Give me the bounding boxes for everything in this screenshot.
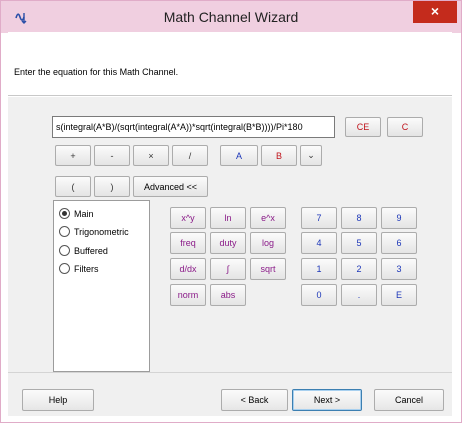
- window-title: Math Channel Wizard: [163, 9, 299, 25]
- radio-unchecked-icon: [59, 245, 70, 256]
- back-button[interactable]: < Back: [221, 389, 288, 411]
- radio-filters[interactable]: Filters: [59, 263, 99, 274]
- digit-1-button[interactable]: 1: [301, 258, 337, 280]
- digit-0-button[interactable]: 0: [301, 284, 337, 306]
- title-bar[interactable]: Math Channel Wizard ×: [1, 1, 461, 33]
- radio-unchecked-icon: [59, 263, 70, 274]
- minus-button[interactable]: -: [94, 145, 130, 166]
- digit-8-button[interactable]: 8: [341, 207, 377, 229]
- clear-entry-button[interactable]: CE: [345, 117, 381, 137]
- cancel-button[interactable]: Cancel: [374, 389, 444, 411]
- norm-button[interactable]: norm: [170, 284, 206, 306]
- digit-5-button[interactable]: 5: [341, 232, 377, 254]
- divide-button[interactable]: /: [172, 145, 208, 166]
- channel-a-button[interactable]: A: [220, 145, 258, 166]
- exponent-e-button[interactable]: E: [381, 284, 417, 306]
- advanced-toggle-button[interactable]: Advanced <<: [133, 176, 208, 197]
- radio-trigonometric[interactable]: Trigonometric: [59, 226, 129, 237]
- radio-main[interactable]: Main: [59, 208, 94, 219]
- digit-7-button[interactable]: 7: [301, 207, 337, 229]
- digit-3-button[interactable]: 3: [381, 258, 417, 280]
- channel-b-button[interactable]: B: [261, 145, 297, 166]
- duty-button[interactable]: duty: [210, 232, 246, 254]
- log-button[interactable]: log: [250, 232, 286, 254]
- digit-2-button[interactable]: 2: [341, 258, 377, 280]
- radio-label: Trigonometric: [74, 226, 129, 237]
- radio-label: Buffered: [74, 245, 108, 256]
- digit-6-button[interactable]: 6: [381, 232, 417, 254]
- close-button[interactable]: ×: [413, 1, 457, 23]
- freq-button[interactable]: freq: [170, 232, 206, 254]
- ln-button[interactable]: ln: [210, 207, 246, 229]
- radio-checked-icon: [59, 208, 70, 219]
- sqrt-button[interactable]: sqrt: [250, 258, 286, 280]
- wizard-header: [8, 32, 452, 96]
- radio-buffered[interactable]: Buffered: [59, 245, 108, 256]
- abs-button[interactable]: abs: [210, 284, 246, 306]
- function-category-panel: Main Trigonometric Buffered Filters: [53, 200, 150, 372]
- left-paren-button[interactable]: (: [55, 176, 91, 197]
- next-button[interactable]: Next >: [292, 389, 362, 411]
- channel-dropdown-button[interactable]: ⌄: [300, 145, 322, 166]
- decimal-point-button[interactable]: .: [341, 284, 377, 306]
- radio-label: Filters: [74, 263, 99, 274]
- digit-4-button[interactable]: 4: [301, 232, 337, 254]
- multiply-button[interactable]: ×: [133, 145, 169, 166]
- instruction-text: Enter the equation for this Math Channel…: [14, 67, 179, 77]
- power-button[interactable]: x^y: [170, 207, 206, 229]
- derivative-button[interactable]: d/dx: [170, 258, 206, 280]
- right-paren-button[interactable]: ): [94, 176, 130, 197]
- exp-button[interactable]: e^x: [250, 207, 286, 229]
- clear-button[interactable]: C: [387, 117, 423, 137]
- radio-unchecked-icon: [59, 226, 70, 237]
- integral-button[interactable]: ∫: [210, 258, 246, 280]
- equation-input[interactable]: s(integral(A*B)/(sqrt(integral(A*A))*sqr…: [52, 116, 335, 138]
- digit-9-button[interactable]: 9: [381, 207, 417, 229]
- plus-button[interactable]: +: [55, 145, 91, 166]
- radio-label: Main: [74, 208, 94, 219]
- chevron-down-icon: ⌄: [307, 150, 315, 160]
- help-button[interactable]: Help: [22, 389, 94, 411]
